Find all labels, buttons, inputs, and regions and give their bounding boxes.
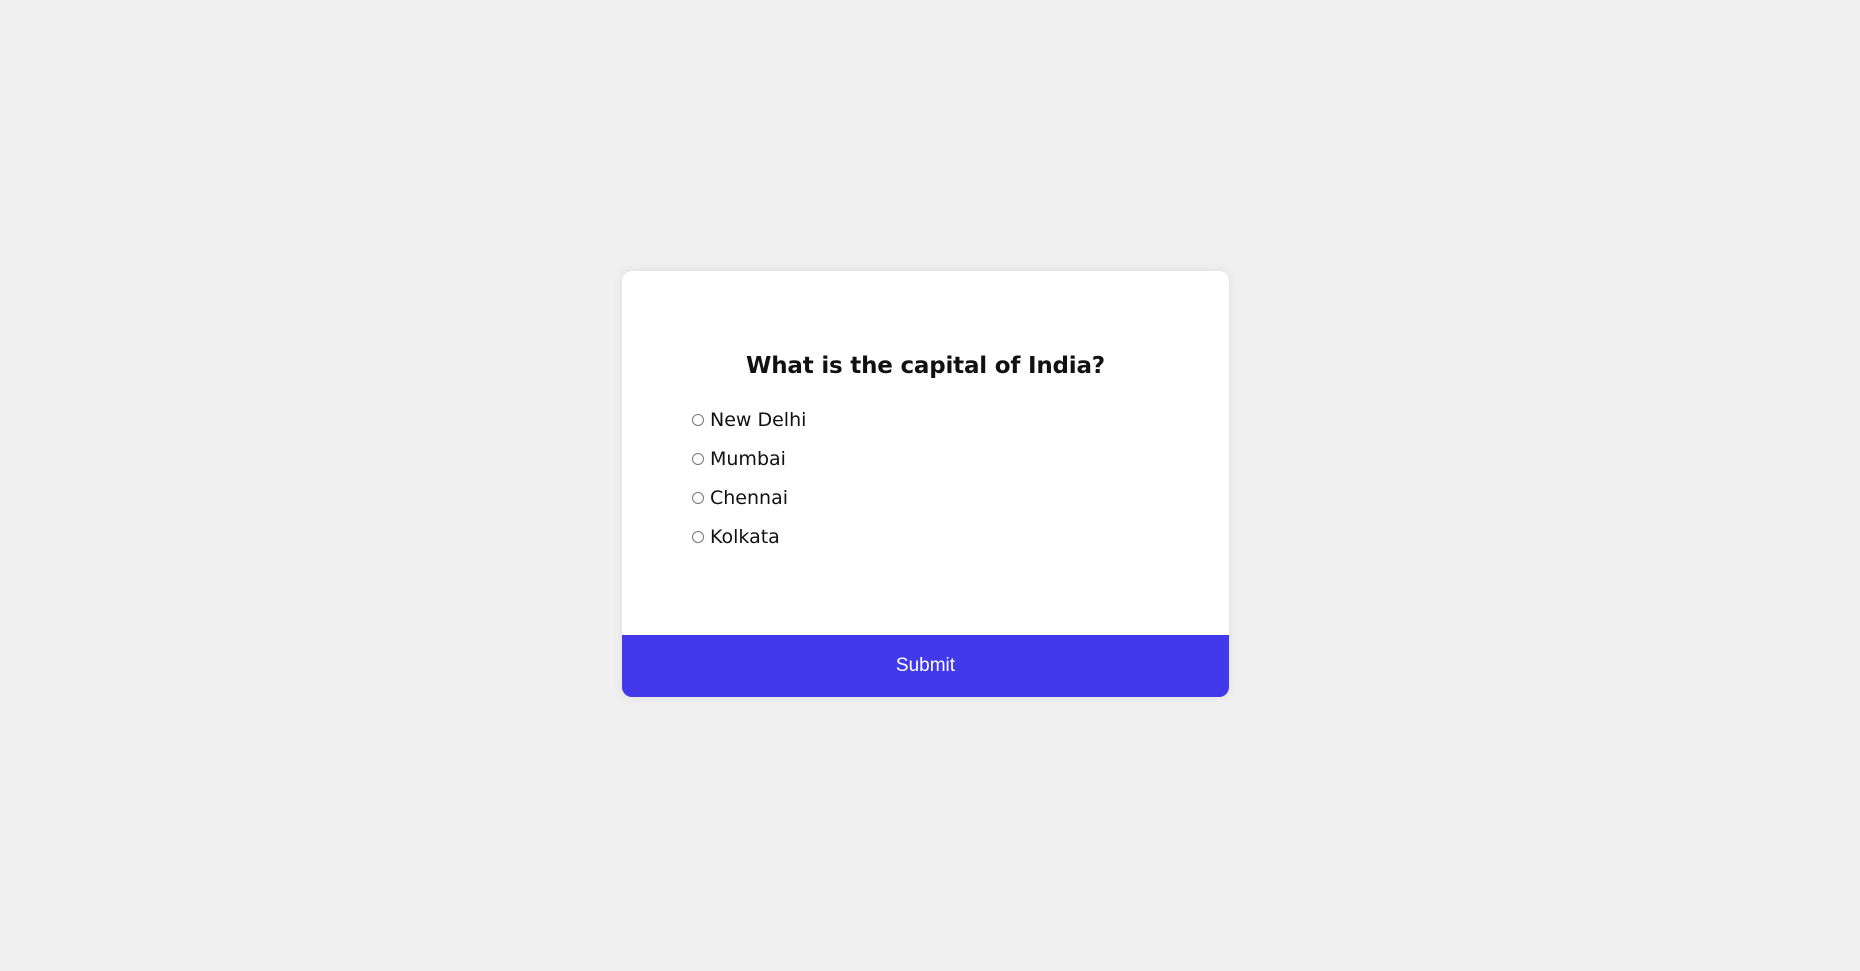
- radio-button[interactable]: [692, 530, 704, 543]
- answer-label: New Delhi: [710, 408, 807, 431]
- answer-option-new-delhi[interactable]: New Delhi: [692, 400, 1159, 439]
- submit-button[interactable]: Submit: [622, 635, 1229, 697]
- question-title: What is the capital of India?: [746, 353, 1105, 379]
- radio-button[interactable]: [692, 491, 704, 504]
- answer-option-mumbai[interactable]: Mumbai: [692, 439, 1159, 478]
- radio-button[interactable]: [692, 413, 704, 426]
- quiz-body: What is the capital of India? New Delhi …: [622, 271, 1229, 635]
- answer-option-kolkata[interactable]: Kolkata: [692, 517, 1159, 556]
- answer-label: Kolkata: [710, 525, 780, 548]
- answer-label: Chennai: [710, 486, 789, 509]
- answer-option-chennai[interactable]: Chennai: [692, 478, 1159, 517]
- quiz-card: What is the capital of India? New Delhi …: [622, 271, 1229, 697]
- answer-list: New Delhi Mumbai Chennai Kolkata: [692, 400, 1159, 556]
- answer-label: Mumbai: [710, 447, 786, 470]
- radio-button[interactable]: [692, 452, 704, 465]
